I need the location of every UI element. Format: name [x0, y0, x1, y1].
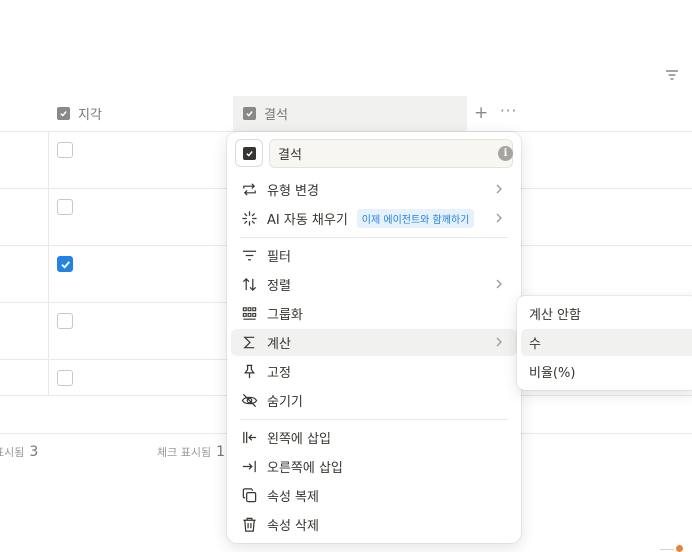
property-name-row: i: [235, 139, 513, 169]
menu-item-label: 오른쪽에 삽입: [267, 461, 343, 476]
menu-item-calculate[interactable]: 계산: [231, 329, 517, 356]
filter-icon: [240, 247, 258, 265]
menu-item-ai-autofill[interactable]: AI 자동 채우기 이제 에이전트와 함께하기: [231, 205, 517, 232]
late-checkbox[interactable]: [57, 370, 73, 386]
column-header-label: 지각: [78, 108, 102, 123]
footer-summary-late[interactable]: 체크 표시됨 1: [157, 444, 225, 460]
late-checkbox[interactable]: [57, 199, 73, 215]
filter-lines-icon[interactable]: [665, 69, 679, 81]
sparkle-icon: [240, 210, 258, 228]
footer-summary-label: 표시됨: [0, 446, 25, 459]
menu-item-label: 속성 복제: [267, 490, 319, 505]
menu-item-group[interactable]: 그룹화: [231, 300, 517, 327]
swap-icon: [240, 181, 258, 199]
agent-badge: 이제 에이전트와 함께하기: [356, 209, 475, 228]
column-header-absent[interactable]: 결석: [233, 96, 467, 131]
calculate-submenu: 계산 안함 수 비율(%): [517, 296, 692, 390]
notification-dot-icon: [676, 545, 683, 552]
check-icon: [60, 260, 70, 269]
footer-summary-count: 1: [216, 444, 226, 460]
sort-icon: [240, 276, 258, 294]
late-checkbox[interactable]: [57, 313, 73, 329]
late-checkbox-checked[interactable]: [57, 256, 73, 272]
pin-icon: [240, 363, 258, 381]
menu-item-label: 숨기기: [267, 395, 303, 410]
property-type-button[interactable]: [235, 139, 263, 167]
more-options-icon[interactable]: ···: [500, 102, 517, 120]
menu-item-hide[interactable]: 숨기기: [231, 387, 517, 414]
menu-item-label: 속성 삭제: [267, 519, 319, 534]
menu-item-label: 계산: [267, 337, 291, 352]
sigma-icon: [240, 334, 258, 352]
menu-item-insert-right[interactable]: 오른쪽에 삽입: [231, 453, 517, 480]
menu-item-duplicate[interactable]: 속성 복제: [231, 482, 517, 509]
insert-right-icon: [240, 458, 258, 476]
trash-icon: [240, 516, 258, 534]
property-name-input[interactable]: [269, 139, 513, 168]
footer-summary-prev[interactable]: 표시됨 3: [0, 444, 38, 460]
menu-divider: [240, 419, 508, 420]
footer-summary-label: 체크 표시됨: [157, 446, 212, 459]
chevron-right-icon: [496, 213, 502, 223]
info-icon[interactable]: i: [498, 146, 513, 161]
menu-item-change-type[interactable]: 유형 변경: [231, 176, 517, 203]
copy-icon: [240, 487, 258, 505]
menu-divider: [240, 237, 508, 238]
menu-item-label: 유형 변경: [267, 184, 319, 199]
calc-option-count[interactable]: 수: [521, 329, 692, 356]
menu-item-label: 고정: [267, 366, 291, 381]
menu-item-pin[interactable]: 고정: [231, 358, 517, 385]
checkbox-type-icon: [242, 146, 256, 160]
menu-item-insert-left[interactable]: 왼쪽에 삽입: [231, 424, 517, 451]
menu-item-label: 그룹화: [267, 308, 303, 323]
late-checkbox[interactable]: [57, 142, 73, 158]
divider: [660, 549, 674, 550]
column-header-label: 결석: [264, 108, 288, 123]
menu-item-label: 왼쪽에 삽입: [267, 432, 331, 447]
menu-item-delete[interactable]: 속성 삭제: [231, 511, 517, 538]
menu-item-sort[interactable]: 정렬: [231, 271, 517, 298]
insert-left-icon: [240, 429, 258, 447]
column-divider: [48, 132, 49, 395]
checkbox-type-icon: [57, 107, 70, 120]
menu-item-filter[interactable]: 필터: [231, 242, 517, 269]
chevron-right-icon: [496, 337, 502, 347]
chevron-right-icon: [496, 184, 502, 194]
menu-item-label: 정렬: [267, 279, 291, 294]
property-menu: i 유형 변경 AI 자동 채우기 이제 에이전트와 함께하기 필터 정렬: [227, 132, 521, 543]
menu-item-label: 필터: [267, 250, 291, 265]
checkbox-type-icon: [243, 107, 256, 120]
add-column-icon[interactable]: +: [474, 104, 488, 122]
eye-off-icon: [240, 392, 258, 410]
column-header-late[interactable]: 지각: [57, 96, 102, 131]
table-header-row: 지각 결석 + ···: [0, 96, 692, 132]
chevron-right-icon: [496, 279, 502, 289]
calc-option-percent[interactable]: 비율(%): [521, 358, 692, 385]
footer-summary-count: 3: [29, 444, 39, 460]
group-icon: [240, 305, 258, 323]
menu-item-label: AI 자동 채우기: [267, 213, 348, 228]
calc-option-none[interactable]: 계산 안함: [521, 300, 692, 327]
